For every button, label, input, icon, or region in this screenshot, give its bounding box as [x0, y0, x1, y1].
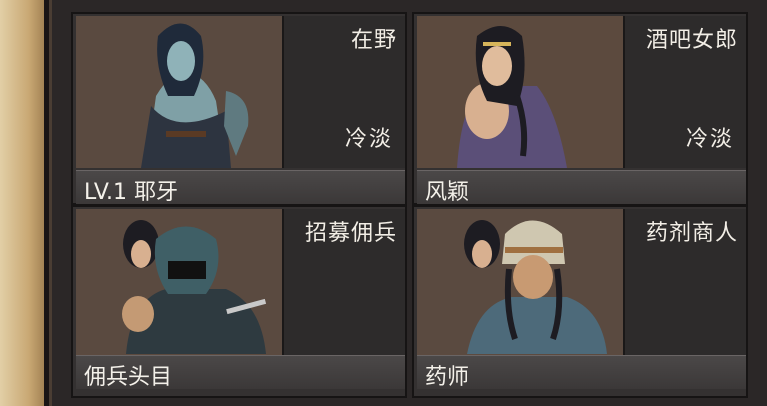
name-bar: 风颖	[417, 170, 746, 205]
role-label: 酒吧女郎	[645, 28, 738, 53]
background-map-edge	[0, 0, 48, 406]
npc-card-yeya[interactable]: 在野 冷淡 LV.1 耶牙	[71, 12, 407, 205]
npc-name: 佣兵头目	[84, 365, 173, 390]
name-bar: LV.1 耶牙	[76, 170, 405, 205]
name-bar: 佣兵头目	[76, 355, 405, 390]
npc-name: 风颖	[425, 180, 470, 205]
mood-label: 冷淡	[344, 127, 393, 152]
npc-name: LV.1 耶牙	[84, 180, 179, 205]
mood-label: 冷淡	[685, 127, 734, 152]
npc-name: 药师	[425, 365, 470, 390]
card-info: 在野 冷淡	[284, 16, 405, 168]
portrait-pharmacist	[417, 209, 625, 361]
role-label: 招募佣兵	[304, 221, 397, 246]
role-label: 在野	[350, 28, 397, 53]
npc-card-mercenary-leader[interactable]: 招募佣兵 佣兵头目	[71, 205, 407, 398]
role-label: 药剂商人	[645, 221, 738, 246]
card-info: 药剂商人	[625, 209, 746, 361]
npc-card-fengying[interactable]: 酒吧女郎 冷淡 风颖	[412, 12, 748, 205]
card-info: 酒吧女郎 冷淡	[625, 16, 746, 168]
portrait-hooded-undead	[76, 16, 284, 168]
portrait-bar-maiden	[417, 16, 625, 168]
portrait-masked-mercenary	[76, 209, 284, 361]
card-info: 招募佣兵	[284, 209, 405, 361]
name-bar: 药师	[417, 355, 746, 390]
npc-panel: 在野 冷淡 LV.1 耶牙 酒吧女郎 冷淡 风颖 招募佣兵 佣兵头目 药剂商人 …	[44, 0, 767, 406]
npc-card-pharmacist[interactable]: 药剂商人 药师	[412, 205, 748, 398]
